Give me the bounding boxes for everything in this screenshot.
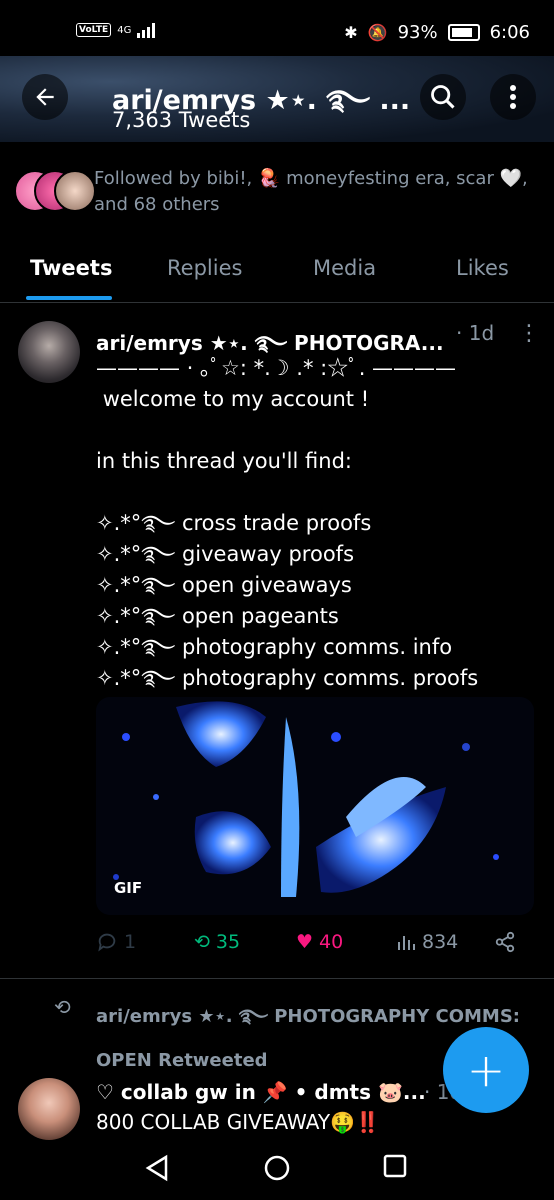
tab-likes[interactable]: Likes: [456, 256, 509, 280]
followed-by-text: Followed by bibi!, 🪼 moneyfesting era, s…: [94, 168, 528, 215]
battery-icon: [447, 24, 480, 41]
tweet-actions: 1 ⟲ 35 ♥ 40 834: [96, 931, 536, 961]
reply-icon: [98, 933, 116, 952]
reply-count: 1: [124, 931, 137, 953]
share-icon: [495, 931, 515, 953]
system-nav-bar: [0, 1140, 554, 1200]
tweet-count: 7,363 Tweets: [112, 108, 251, 132]
retweet-context-icon: ⟲: [54, 995, 71, 1019]
share-button[interactable]: [494, 931, 516, 953]
search-button[interactable]: [420, 74, 466, 120]
back-triangle-icon[interactable]: [144, 1154, 170, 1182]
views-button[interactable]: 834: [396, 931, 458, 953]
retweet-button[interactable]: ⟲ 35: [194, 931, 240, 953]
retweet-icon: ⟲: [194, 931, 210, 953]
follower-avatar-3: [54, 170, 96, 212]
tab-media[interactable]: Media: [313, 256, 376, 280]
battery-percent: 93%: [397, 22, 438, 43]
status-bar: VoLTE 4G ✱ 🔕 93% 6:06: [0, 0, 554, 56]
recents-square-icon[interactable]: [383, 1154, 407, 1178]
search-icon: [431, 85, 455, 109]
avatar[interactable]: [18, 1078, 80, 1140]
status-left: VoLTE 4G: [76, 22, 156, 38]
gif-badge: GIF: [114, 879, 143, 897]
tweet[interactable]: ari/emrys ★⋆. ࿐ PHOTOGRA... · 1d ⋮ ———— …: [0, 303, 554, 979]
tweet-author[interactable]: ♡ collab gw in 📌 • dmts 🐷...: [96, 1080, 426, 1104]
like-count: 40: [319, 931, 344, 953]
mute-icon: 🔕: [367, 23, 388, 42]
butterfly-image: [96, 697, 534, 915]
more-vertical-icon: [510, 85, 516, 109]
clock: 6:06: [489, 22, 530, 43]
back-button[interactable]: [22, 74, 68, 120]
compose-tweet-button[interactable]: +: [443, 1027, 529, 1113]
reply-button[interactable]: 1: [96, 931, 136, 953]
heart-icon: ♥: [296, 931, 314, 953]
tab-replies[interactable]: Replies: [167, 256, 242, 280]
home-circle-icon[interactable]: [263, 1154, 291, 1182]
volte-badge: VoLTE: [76, 23, 112, 37]
signal-type: 4G: [117, 24, 132, 36]
retweet-count: 35: [215, 931, 241, 953]
more-options-button[interactable]: [490, 74, 536, 120]
tab-tweets[interactable]: Tweets: [30, 256, 112, 280]
tweet-menu-icon[interactable]: ⋮: [518, 321, 540, 346]
views-icon: [398, 936, 415, 950]
tweet-time: · 1d: [456, 321, 495, 345]
active-tab-indicator: [26, 296, 112, 300]
status-right: ✱ 🔕 93% 6:06: [344, 22, 530, 43]
view-count: 834: [422, 931, 459, 953]
arrow-left-icon: [36, 88, 54, 106]
bluetooth-icon: ✱: [344, 23, 358, 42]
profile-tabs: Tweets Replies Media Likes: [0, 246, 554, 303]
tweet-media-gif[interactable]: GIF: [96, 697, 534, 915]
like-button[interactable]: ♥ 40: [296, 931, 343, 953]
profile-header: ari/emrys ★⋆. ࿐ ... 7,363 Tweets: [0, 56, 554, 142]
plus-icon: +: [466, 1043, 506, 1097]
avatar[interactable]: [18, 321, 80, 383]
followed-by[interactable]: Followed by bibi!, 🪼 moneyfesting era, s…: [14, 166, 544, 218]
tweet-text: 800 COLLAB GIVEAWAY🤑‼️: [96, 1110, 380, 1134]
signal-bars-icon: [137, 22, 156, 38]
tweet-text: ———— ⋅ ｡ﾟ☆: *.☽ .* :☆ﾟ. ———— welcome to …: [96, 356, 479, 690]
